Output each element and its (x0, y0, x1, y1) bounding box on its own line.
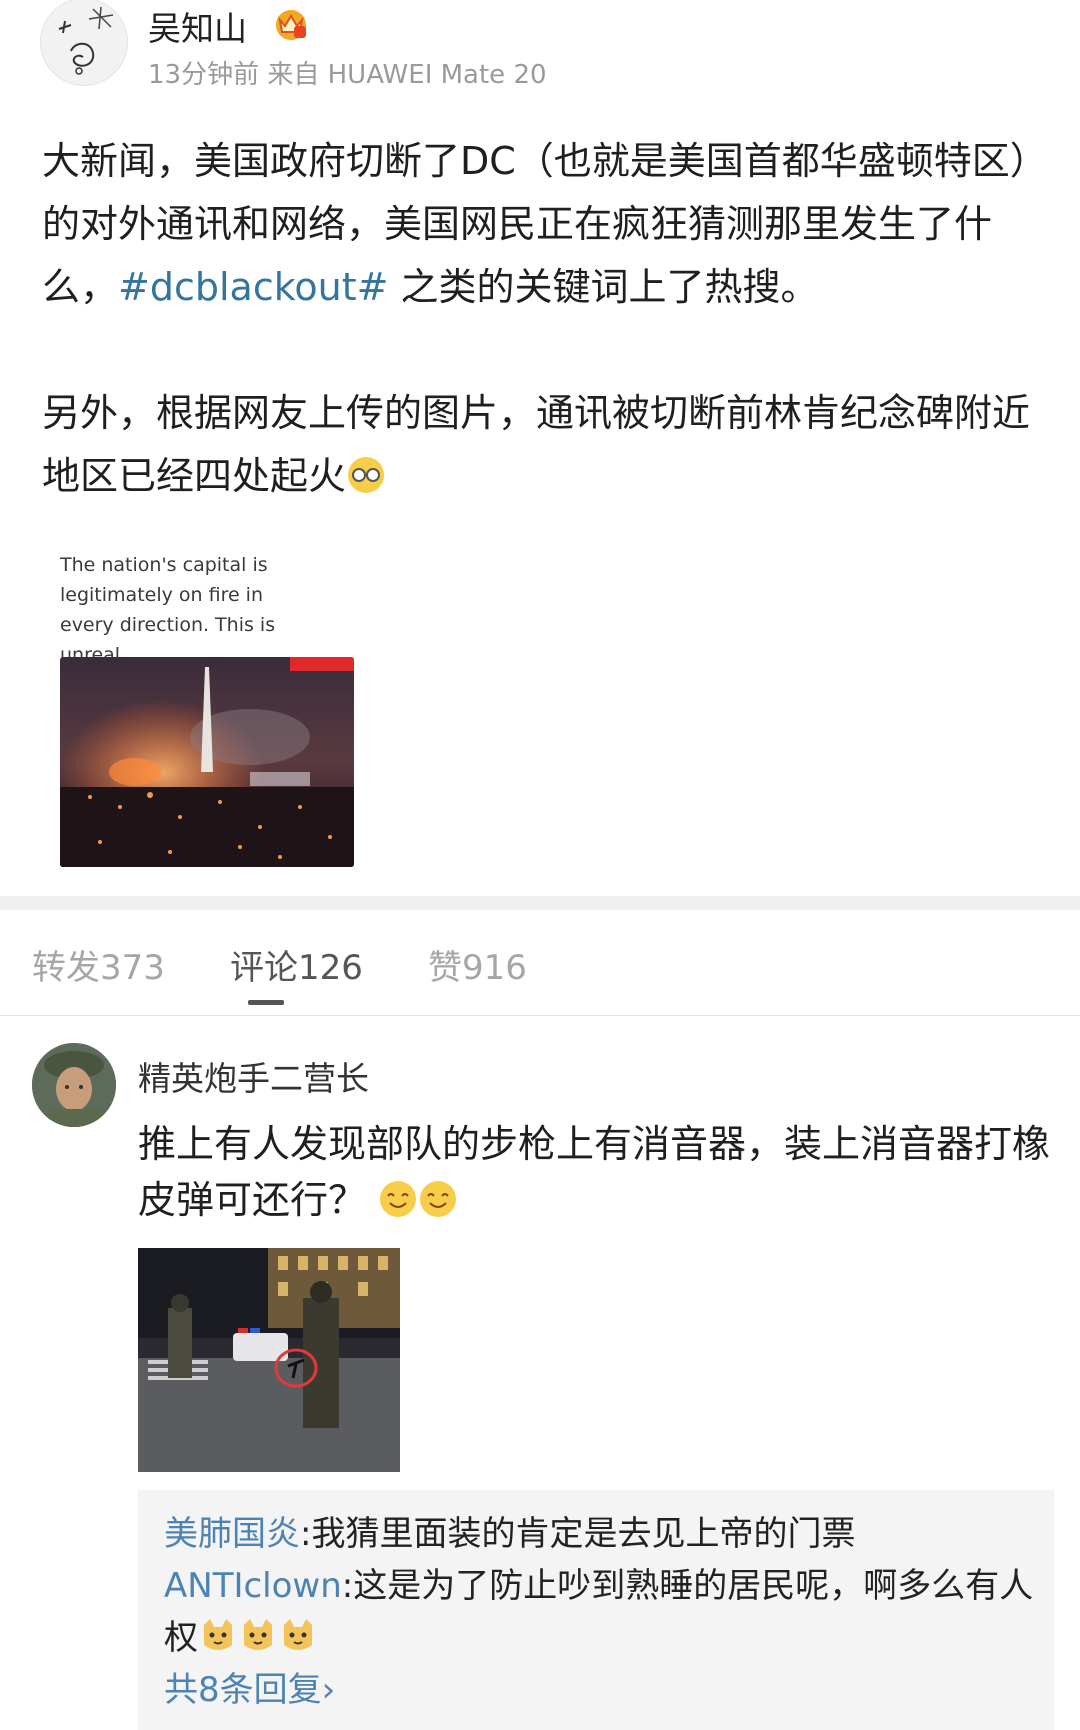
reply-text: :我猜里面装的肯定是去见上帝的门票 (300, 1514, 856, 1554)
soldier-avatar-image (32, 1043, 116, 1127)
image-caption: The nation's capital is legitimately on … (60, 554, 276, 666)
comment-text: 推上有人发现部队的步枪上有消音器，装上消音器打橡皮弹可还行？ (138, 1122, 1051, 1222)
reply-username[interactable]: 美肺国炎 (164, 1514, 300, 1554)
reply-item: ANTIclown:这是为了防止吵到熟睡的居民呢，啊多么有人权 (164, 1560, 1034, 1664)
interaction-tabs: 转发373 评论126 赞916 (0, 910, 1080, 1016)
street-soldiers-image (138, 1248, 400, 1472)
post-image[interactable] (60, 657, 354, 867)
fire-cityscape-image (60, 657, 354, 867)
post-paragraph-1: 大新闻，美国政府切断了DC（也就是美国首都华盛顿特区）的对外通讯和网络，美国网民… (42, 130, 1062, 319)
commenter-avatar[interactable] (32, 1043, 116, 1127)
cat-face-emoji-icon (244, 1619, 272, 1650)
post-text-part: 之类的关键词上了热搜。 (388, 265, 819, 309)
section-separator (0, 896, 1080, 910)
commenter-name[interactable]: 精英炮手二营长 (138, 1052, 369, 1100)
cat-face-emoji-icon (284, 1619, 312, 1650)
author-avatar[interactable] (40, 0, 128, 86)
author-name[interactable]: 吴知山 (148, 2, 247, 50)
tab-reposts[interactable]: 转发373 (32, 940, 165, 989)
vip-crown-badge-icon (272, 6, 310, 42)
sunglasses-emoji-icon (348, 457, 385, 493)
tab-comments[interactable]: 评论126 (230, 940, 363, 989)
post-paragraph-2: 另外，根据网友上传的图片，通讯被切断前林肯纪念碑附近地区已经四处起火 (42, 382, 1062, 508)
tab-likes[interactable]: 赞916 (428, 940, 527, 989)
smile-emoji-icon (380, 1181, 417, 1217)
comment-body: 推上有人发现部队的步枪上有消音器，装上消音器打橡皮弹可还行？ (138, 1116, 1058, 1228)
post-text-part: 另外，根据网友上传的图片，通讯被切断前林肯纪念碑附近地区已经四处起火 (42, 391, 1031, 498)
post-meta: 13分钟前 来自 HUAWEI Mate 20 (148, 60, 547, 90)
post-body: 大新闻，美国政府切断了DC（也就是美国首都华盛顿特区）的对外通讯和网络，美国网民… (42, 130, 1062, 508)
reply-username[interactable]: ANTIclown (164, 1566, 342, 1606)
hashtag-link[interactable]: #dcblackout# (118, 265, 388, 309)
reply-thread[interactable]: 美肺国炎:我猜里面装的肯定是去见上帝的门票 ANTIclown:这是为了防止吵到… (138, 1490, 1054, 1730)
avatar-doodle-icon (58, 6, 114, 75)
cat-face-emoji-icon (204, 1619, 232, 1650)
smile-emoji-icon (420, 1181, 457, 1217)
reply-item: 美肺国炎:我猜里面装的肯定是去见上帝的门票 (164, 1508, 1034, 1560)
view-more-replies-link[interactable]: 共8条回复› (164, 1662, 335, 1711)
comment-image[interactable] (138, 1248, 400, 1472)
active-tab-indicator (248, 1000, 284, 1005)
